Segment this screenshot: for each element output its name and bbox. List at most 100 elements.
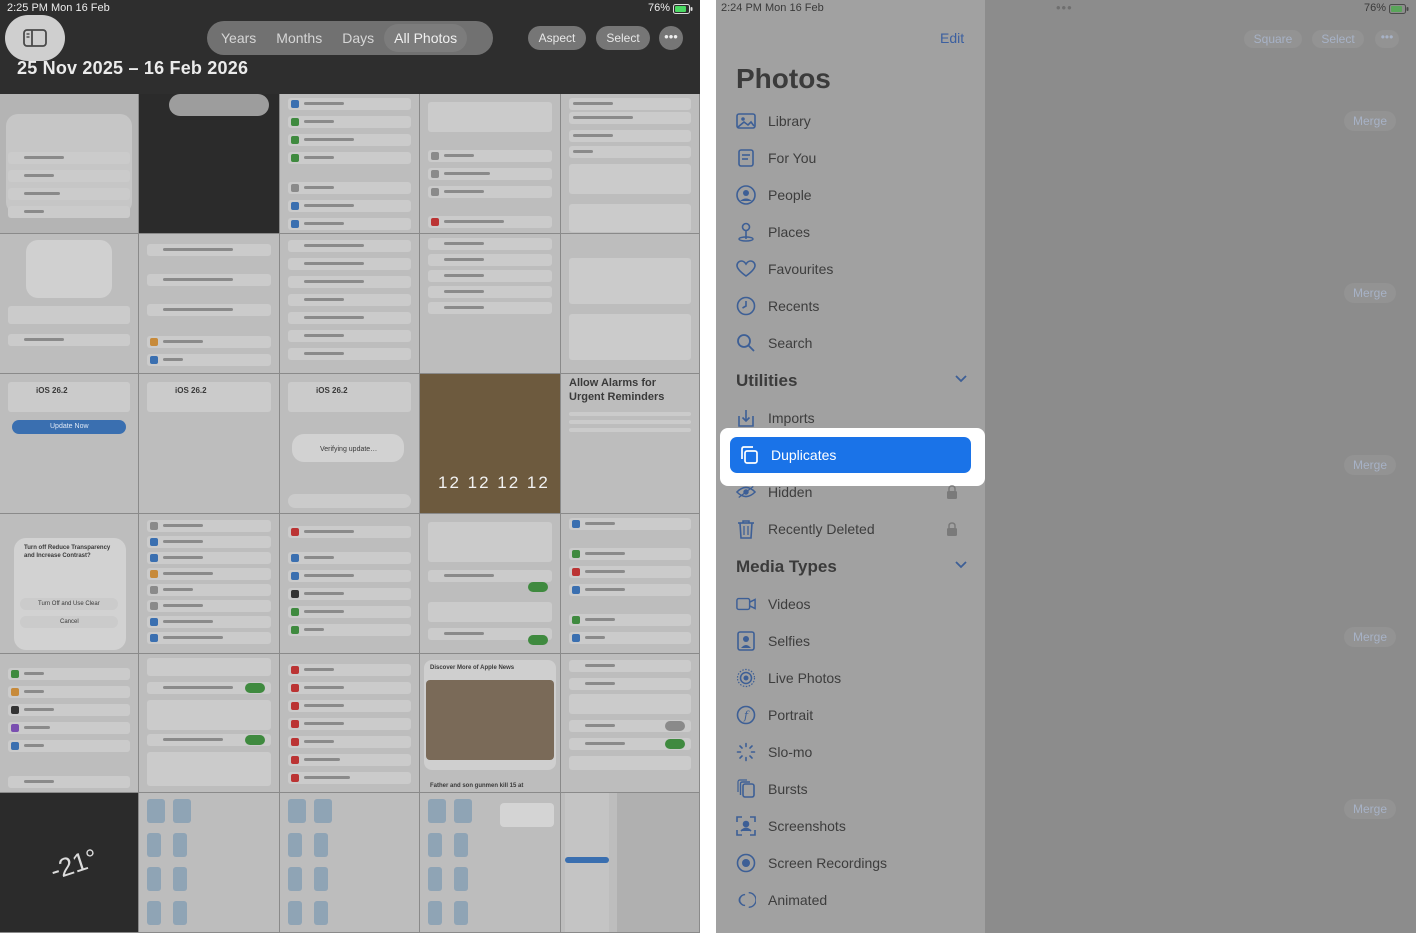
media-types-section-header[interactable]: Media Types — [736, 557, 968, 577]
live-photo-icon — [736, 668, 756, 688]
sidebar-item-label: Recents — [768, 298, 820, 314]
sidebar-item-animated[interactable]: Animated — [736, 885, 972, 915]
more-options-button[interactable]: ••• — [1375, 30, 1399, 48]
sidebar-item-label: Videos — [768, 596, 811, 612]
sidebar-item-portrait[interactable]: f Portrait — [736, 700, 972, 730]
photo-thumbnail[interactable] — [561, 654, 700, 793]
hidden-icon — [736, 482, 756, 502]
selfie-icon — [736, 631, 756, 651]
photo-thumbnail[interactable] — [139, 793, 280, 933]
sidebar-item-screen-recordings[interactable]: Screen Recordings — [736, 848, 972, 878]
sidebar-item-selfies[interactable]: Selfies — [736, 626, 972, 656]
ios-version-label: iOS 26.2 — [175, 386, 207, 395]
photo-thumbnail[interactable]: iOS 26.2 Verifying update… — [280, 374, 420, 514]
photo-thumbnail[interactable]: 12 12 12 12 — [420, 374, 561, 514]
photo-thumbnail[interactable] — [280, 654, 420, 793]
update-now-label: Update Now — [50, 423, 89, 430]
segment-years[interactable]: Years — [211, 24, 266, 52]
utilities-section-header[interactable]: Utilities — [736, 371, 968, 391]
sidebar-item-recently-deleted[interactable]: Recently Deleted — [736, 514, 972, 544]
sidebar-item-places[interactable]: Places — [736, 217, 972, 247]
sidebar-item-label: Bursts — [768, 781, 808, 797]
sidebar-item-label: Duplicates — [771, 447, 837, 463]
turn-off-clear-label: Turn Off and Use Clear — [38, 601, 100, 607]
merge-button[interactable]: Merge — [1344, 455, 1396, 475]
battery-level: 76% — [648, 2, 671, 14]
battery-icon — [1389, 4, 1409, 14]
sidebar-item-duplicates[interactable]: Duplicates — [730, 437, 971, 473]
photo-thumbnail[interactable] — [0, 94, 139, 234]
merge-button[interactable]: Merge — [1344, 111, 1396, 131]
photo-thumbnail[interactable] — [280, 234, 420, 374]
lock-screen-digits: 12 12 12 12 — [438, 473, 550, 492]
for-you-icon — [736, 148, 756, 168]
section-title: Media Types — [736, 557, 837, 576]
photo-thumbnail[interactable] — [139, 514, 280, 654]
merge-button[interactable]: Merge — [1344, 283, 1396, 303]
select-button[interactable]: Select — [1312, 30, 1364, 48]
photo-thumbnail[interactable]: Turn off Reduce Transparency and Increas… — [0, 514, 139, 654]
sidebar-item-hidden[interactable]: Hidden — [736, 477, 972, 507]
sidebar-item-label: Recently Deleted — [768, 521, 875, 537]
sidebar-item-library[interactable]: Library — [736, 106, 972, 136]
video-icon — [736, 594, 756, 614]
trash-icon — [736, 519, 756, 539]
photo-thumbnail[interactable] — [0, 654, 139, 793]
photo-thumbnail[interactable] — [280, 514, 420, 654]
square-button[interactable]: Square — [1244, 30, 1302, 48]
photo-thumbnail[interactable] — [420, 793, 561, 933]
view-segmented-control[interactable]: Years Months Days All Photos — [207, 21, 493, 55]
photo-thumbnail[interactable]: iOS 26.2 Update Now — [0, 374, 139, 514]
sidebar-item-people[interactable]: People — [736, 180, 972, 210]
photo-thumbnail[interactable]: -21° — [0, 793, 139, 933]
photo-thumbnail[interactable] — [561, 234, 700, 374]
more-options-button[interactable]: ••• — [659, 26, 683, 50]
reduce-transparency-title: Turn off Reduce Transparency and Increas… — [24, 545, 111, 559]
sidebar-toggle-button[interactable] — [5, 15, 65, 61]
sidebar-item-recents[interactable]: Recents — [736, 291, 972, 321]
library-icon — [736, 111, 756, 131]
ios-version-label: iOS 26.2 — [316, 386, 348, 395]
merge-button[interactable]: Merge — [1344, 799, 1396, 819]
photo-thumbnail[interactable]: iOS 26.2 — [139, 374, 280, 514]
sidebar-item-screenshots[interactable]: Screenshots — [736, 811, 972, 841]
segment-days[interactable]: Days — [332, 24, 384, 52]
photo-thumbnail[interactable] — [139, 234, 280, 374]
select-button[interactable]: Select — [596, 26, 650, 50]
sidebar-item-live-photos[interactable]: Live Photos — [736, 663, 972, 693]
animated-icon — [736, 890, 756, 910]
sidebar-item-videos[interactable]: Videos — [736, 589, 972, 619]
edit-button[interactable]: Edit — [940, 30, 964, 46]
photo-thumbnail[interactable] — [280, 793, 420, 933]
photo-thumbnail[interactable]: Discover More of Apple News Father and s… — [420, 654, 561, 793]
photo-thumbnail[interactable]: Allow Alarms for Urgent Reminders — [561, 374, 700, 514]
screen-recording-icon — [736, 853, 756, 873]
date-range-title: 25 Nov 2025 – 16 Feb 2026 — [17, 58, 249, 78]
photo-thumbnail[interactable] — [0, 234, 139, 374]
segment-months[interactable]: Months — [266, 24, 332, 52]
segment-all-photos[interactable]: All Photos — [384, 24, 468, 52]
sidebar-item-slo-mo[interactable]: Slo-mo — [736, 737, 972, 767]
photo-thumbnail[interactable] — [561, 94, 700, 234]
photo-thumbnail[interactable] — [420, 514, 561, 654]
multitasking-dots[interactable]: ••• — [1056, 0, 1073, 15]
sidebar-item-bursts[interactable]: Bursts — [736, 774, 972, 804]
sidebar-item-search[interactable]: Search — [736, 328, 972, 358]
sidebar-item-for-you[interactable]: For You — [736, 143, 972, 173]
photo-thumbnail[interactable] — [420, 94, 561, 234]
photo-thumbnail[interactable] — [139, 94, 280, 234]
screenshot-root: iOS 26.2 Update Now iOS 26.2 iOS 26.2 Ve… — [0, 0, 1416, 933]
status-time: 2:25 PM Mon 16 Feb — [7, 2, 110, 14]
sidebar-item-label: Places — [768, 224, 811, 240]
merge-button[interactable]: Merge — [1344, 627, 1396, 647]
page-title: Photos — [736, 63, 831, 94]
photo-thumbnail[interactable] — [561, 793, 700, 933]
photo-thumbnail[interactable] — [139, 654, 280, 793]
sidebar-item-label: Animated — [768, 892, 828, 908]
aspect-button[interactable]: Aspect — [528, 26, 586, 50]
sidebar-item-favourites[interactable]: Favourites — [736, 254, 972, 284]
photo-thumbnail[interactable] — [280, 94, 420, 234]
photos-all-photos-view: iOS 26.2 Update Now iOS 26.2 iOS 26.2 Ve… — [0, 0, 700, 933]
photo-thumbnail[interactable] — [420, 234, 561, 374]
photo-thumbnail[interactable] — [561, 514, 700, 654]
